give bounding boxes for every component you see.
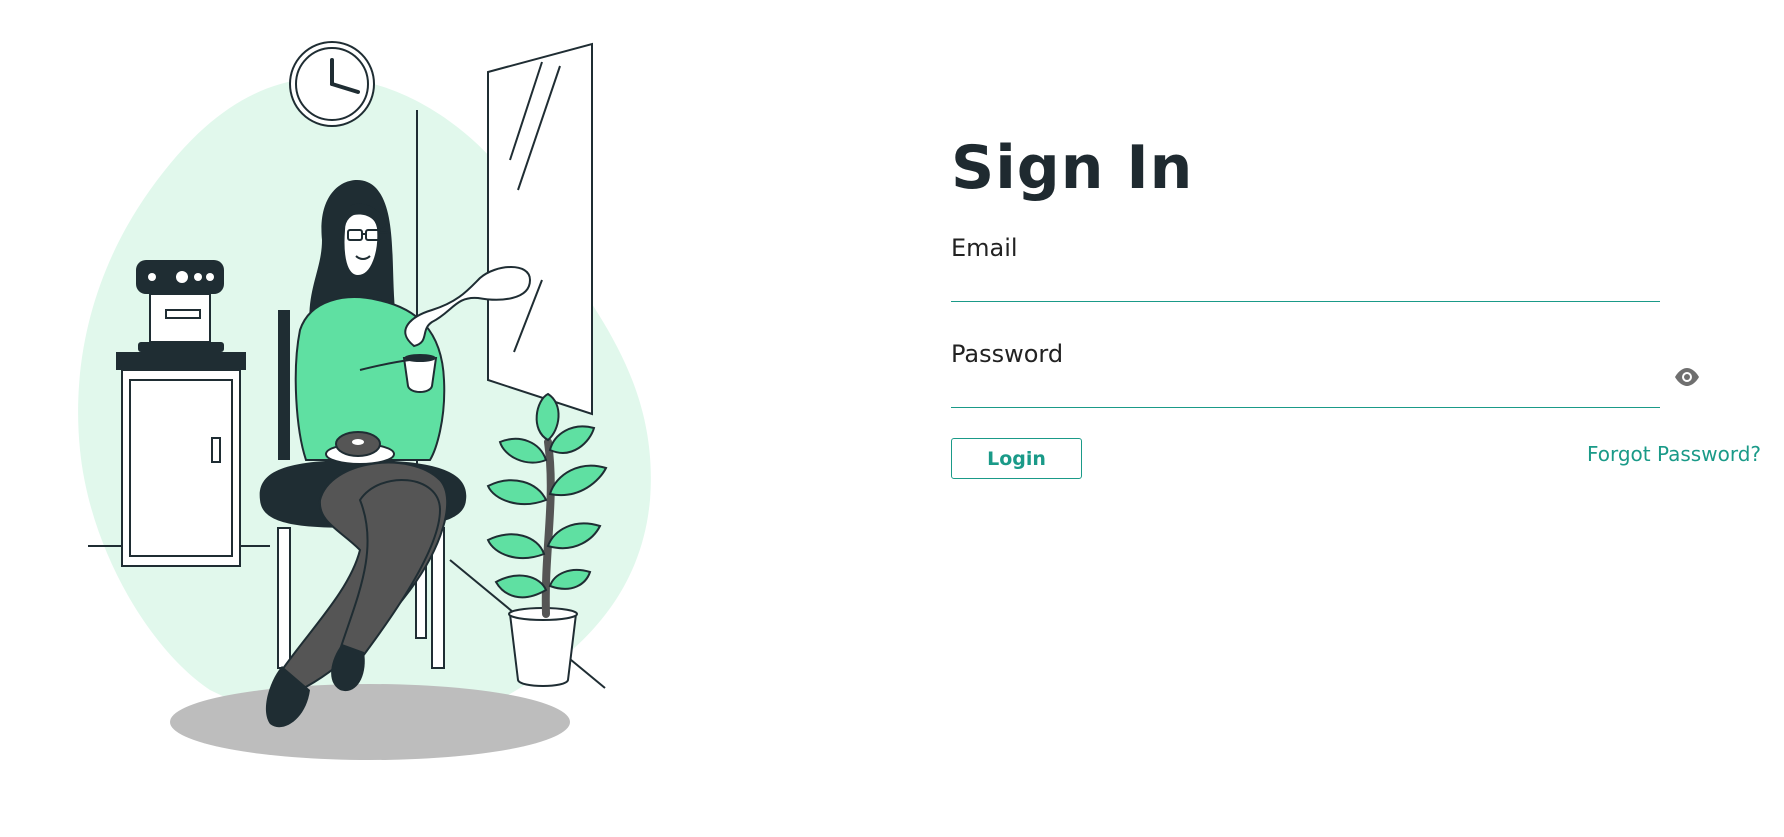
sign-in-form: Sign In Email Password Login Forgot Pass…: [951, 120, 1761, 482]
email-label: Email: [951, 234, 1018, 262]
email-input[interactable]: [951, 264, 1660, 302]
form-actions: Login Forgot Password?: [951, 438, 1761, 482]
eye-icon[interactable]: [1674, 368, 1700, 386]
password-field-group: Password: [951, 338, 1699, 408]
password-label: Password: [951, 340, 1064, 368]
forgot-password-link[interactable]: Forgot Password?: [1587, 442, 1761, 466]
email-field-group: Email: [951, 232, 1660, 302]
login-button[interactable]: Login: [951, 438, 1082, 479]
woman-drinking-coffee-illustration: [60, 30, 660, 770]
sign-in-page: Sign In Email Password Login Forgot Pass…: [0, 0, 1784, 837]
page-title: Sign In: [951, 133, 1194, 203]
password-input[interactable]: [951, 370, 1660, 408]
